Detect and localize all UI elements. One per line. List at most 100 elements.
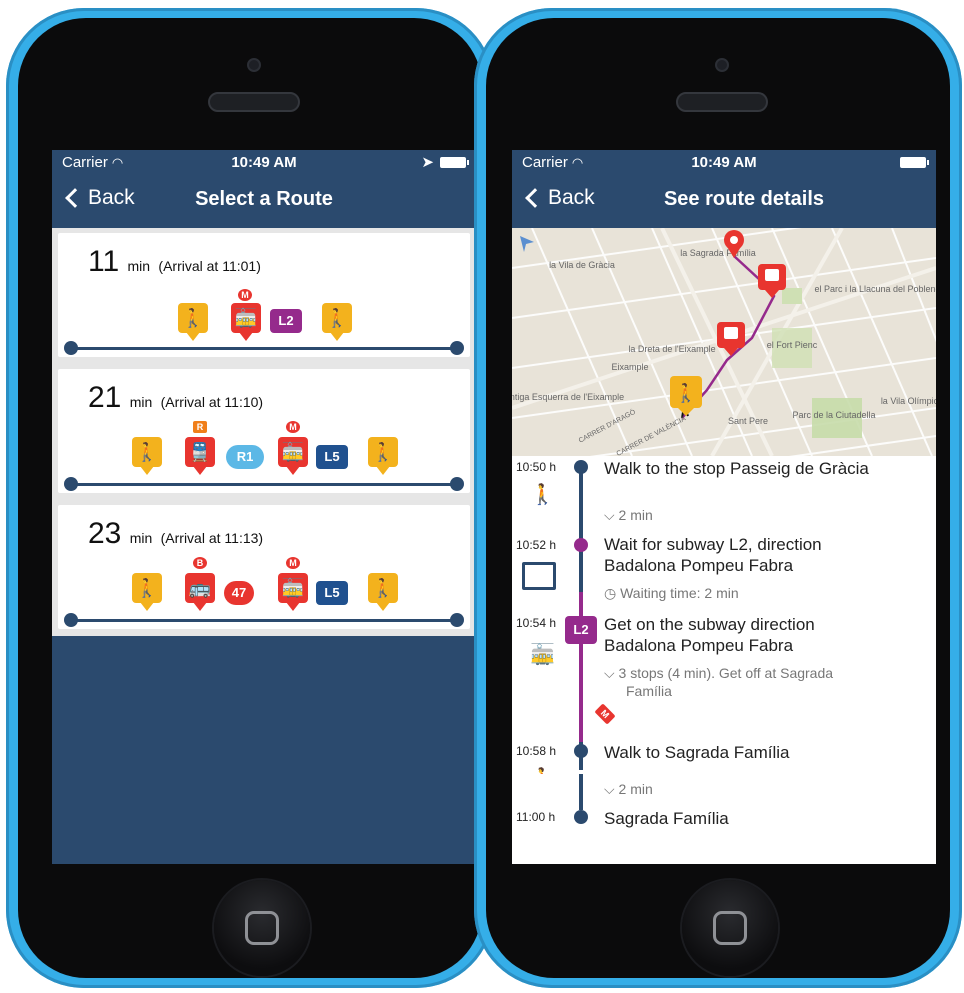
clock: 10:49 AM bbox=[691, 153, 757, 171]
route-minutes: 11 bbox=[88, 245, 120, 278]
route-card[interactable]: 23 min (Arrival at 11:13) 🚶 B 🚌 47 M 🚋 L… bbox=[58, 505, 470, 629]
home-button[interactable] bbox=[214, 880, 310, 976]
map-label: la Vila Olímpica bbox=[881, 396, 936, 406]
wifi-icon: ◠ bbox=[111, 154, 124, 170]
route-line bbox=[70, 619, 458, 622]
bus-stop-icon bbox=[522, 562, 556, 590]
battery-icon bbox=[900, 156, 929, 168]
line-badge: L5 bbox=[316, 445, 348, 469]
walk-icon: 🚶 bbox=[368, 573, 398, 611]
metro-logo-icon: M bbox=[594, 703, 616, 725]
carrier-label: Carrier bbox=[62, 153, 108, 171]
left-screen: Carrier ◠ 10:49 AM ➤ Back Select a Route … bbox=[52, 150, 476, 864]
right-screen: Carrier ◠ 10:49 AM Back See route details bbox=[512, 150, 936, 864]
page-title: See route details bbox=[663, 188, 825, 210]
map-label: la Vila de Gràcia bbox=[549, 260, 615, 270]
step-stops: ⌵ 3 stops (4 min). Get off at Sagrada Fam… bbox=[604, 665, 834, 699]
timeline-footer: ⌵ 2 min 11:00 h Sagrada Família bbox=[512, 774, 936, 864]
battery-icon bbox=[440, 156, 469, 168]
step-duration: ⌵ 2 min bbox=[604, 507, 653, 523]
step-title: Sagrada Família bbox=[604, 809, 729, 828]
step-time: 10:50 h bbox=[516, 460, 557, 474]
step-title: Walk to Sagrada Família bbox=[604, 743, 790, 762]
step-dot bbox=[574, 460, 588, 474]
nav-bar: Back See route details bbox=[512, 174, 936, 228]
svg-text:🚶: 🚶 bbox=[675, 382, 697, 404]
route-minutes: 21 bbox=[88, 381, 122, 414]
line-badge: L2 bbox=[565, 616, 597, 644]
step-time: 10:54 h bbox=[516, 616, 557, 630]
status-bar: Carrier ◠ 10:49 AM bbox=[512, 150, 936, 174]
step-time: 10:58 h bbox=[516, 744, 557, 758]
carrier-label: Carrier bbox=[522, 153, 568, 171]
walk-icon: 🚶 bbox=[368, 437, 398, 475]
metro-tag: M bbox=[286, 557, 300, 569]
phone-bezel: Carrier ◠ 10:49 AM Back See route details bbox=[486, 18, 950, 978]
step-time: 11:00 h bbox=[516, 810, 556, 824]
route-start-dot bbox=[64, 477, 78, 491]
step-time: 10:52 h bbox=[516, 538, 557, 552]
home-button[interactable] bbox=[682, 880, 778, 976]
subway-icon: 🚋 bbox=[278, 437, 308, 475]
map-label: Sant Pere bbox=[728, 416, 768, 426]
route-map[interactable]: la Vila de Gràcia la Sagrada Família el … bbox=[512, 228, 936, 456]
map-label: Parc de la Ciutadella bbox=[792, 410, 875, 420]
line-badge: 47 bbox=[224, 581, 254, 605]
bus-icon: 🚌 bbox=[185, 573, 215, 611]
route-minutes: 23 bbox=[88, 517, 122, 550]
nav-bar: Back Select a Route bbox=[52, 174, 476, 228]
route-card[interactable]: 21 min (Arrival at 11:10) 🚶 R 🚆 R1 M 🚋 L… bbox=[58, 369, 470, 493]
route-arrival: (Arrival at 11:10) bbox=[160, 394, 264, 410]
wifi-icon: ◠ bbox=[571, 154, 584, 170]
timeline-line-walk bbox=[579, 774, 583, 810]
route-steps: 10:50 h Walk to the stop Passeig de Gràc… bbox=[512, 456, 936, 774]
step-title: Get on the subway direction Badalona Pomp… bbox=[604, 615, 815, 655]
map-label: el Fort Pienc bbox=[767, 340, 818, 350]
walk-icon: 🚶 bbox=[132, 437, 162, 475]
subway-icon: 🚋 bbox=[530, 644, 555, 666]
route-card[interactable]: 11 min (Arrival at 11:01) 🚶 M 🚋 L2 🚶 bbox=[58, 233, 470, 357]
route-arrival: (Arrival at 11:01) bbox=[158, 258, 261, 274]
map-label: el Parc i la Llacuna del Poblenou bbox=[814, 284, 936, 294]
location-arrow-icon: ➤ bbox=[421, 154, 434, 171]
route-start-dot bbox=[64, 613, 78, 627]
route-end-dot bbox=[450, 341, 464, 355]
route-min-unit: min bbox=[129, 530, 153, 546]
map-label: la Sagrada Família bbox=[680, 248, 756, 258]
route-line bbox=[70, 347, 458, 350]
subway-icon: 🚋 bbox=[231, 303, 261, 341]
chevron-down-icon: ⌵ bbox=[604, 665, 615, 681]
map-canvas: la Vila de Gràcia la Sagrada Família el … bbox=[512, 228, 936, 456]
subway-icon: 🚋 bbox=[278, 573, 308, 611]
line-badge: L2 bbox=[270, 309, 302, 333]
route-start-dot bbox=[64, 341, 78, 355]
clock-icon: ◷ bbox=[604, 585, 617, 601]
route-end-dot bbox=[450, 613, 464, 627]
left-phone: Carrier ◠ 10:49 AM ➤ Back Select a Route … bbox=[6, 8, 494, 988]
route-arrival: (Arrival at 11:13) bbox=[160, 530, 264, 546]
front-camera bbox=[715, 58, 729, 72]
step-dot bbox=[574, 810, 588, 824]
earpiece-speaker bbox=[208, 92, 300, 112]
status-bar: Carrier ◠ 10:49 AM ➤ bbox=[52, 150, 476, 174]
page-title: Select a Route bbox=[195, 188, 333, 210]
step-dot bbox=[574, 538, 588, 552]
step-waiting: ◷ Waiting time: 2 min bbox=[604, 585, 739, 601]
step-dot bbox=[574, 744, 588, 758]
walk-icon: 🚶 bbox=[178, 303, 208, 341]
map-label: Antiga Esquerra de l'Eixample bbox=[512, 392, 624, 402]
clock: 10:49 AM bbox=[231, 153, 297, 171]
right-phone: Carrier ◠ 10:49 AM Back See route details bbox=[474, 8, 962, 988]
route-line bbox=[70, 483, 458, 486]
timeline-line-subway bbox=[579, 592, 583, 742]
step-duration: ⌵ 2 min bbox=[604, 781, 653, 797]
front-camera bbox=[247, 58, 261, 72]
route-end-dot bbox=[450, 477, 464, 491]
chevron-left-icon bbox=[525, 188, 545, 208]
timeline-line-walk bbox=[579, 462, 583, 592]
line-badge: L5 bbox=[316, 581, 348, 605]
map-label: Eixample bbox=[611, 362, 648, 372]
route-list: 11 min (Arrival at 11:01) 🚶 M 🚋 L2 🚶 21 … bbox=[52, 228, 476, 636]
chevron-down-icon: ⌵ bbox=[604, 507, 615, 523]
map-label: la Dreta de l'Eixample bbox=[628, 344, 715, 354]
